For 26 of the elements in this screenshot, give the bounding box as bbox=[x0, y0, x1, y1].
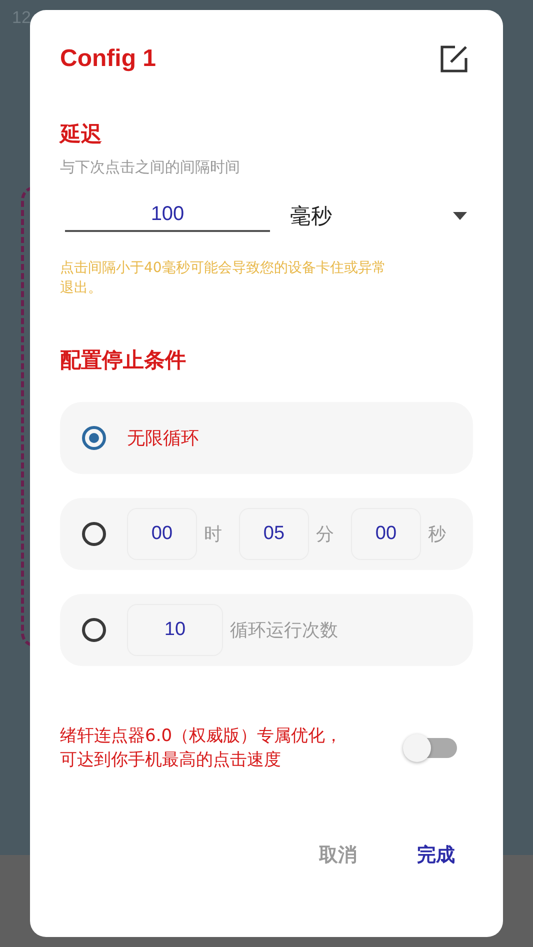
time-field[interactable]: 05 bbox=[239, 508, 309, 560]
radio-button[interactable] bbox=[82, 426, 106, 450]
section-heading: 配置停止条件 bbox=[60, 347, 187, 374]
unit-dropdown[interactable]: 毫秒 bbox=[290, 202, 473, 230]
caret-icon bbox=[453, 212, 467, 220]
option-card[interactable]: 10 循环运行次数 bbox=[60, 594, 473, 666]
option-label: 无限循环 bbox=[127, 427, 199, 450]
time-field[interactable]: 00 bbox=[351, 508, 421, 560]
delay-input-field[interactable]: 100 bbox=[65, 199, 270, 232]
done-button[interactable]: 完成 bbox=[417, 838, 455, 872]
unit-label: 秒 bbox=[428, 523, 447, 546]
optimization-text: 绪轩连点器6.0（权威版）专属优化，可达到你手机最高的点击速度 bbox=[60, 725, 344, 772]
edit-icon[interactable] bbox=[439, 44, 469, 74]
count-field[interactable]: 10 bbox=[127, 604, 223, 656]
radio-button[interactable] bbox=[82, 522, 106, 546]
radio-button[interactable] bbox=[82, 618, 106, 642]
time-field[interactable]: 00 bbox=[127, 508, 197, 560]
description-text: 与下次点击之间的间隔时间 bbox=[60, 158, 241, 177]
unit-label: 时 bbox=[204, 523, 223, 546]
option-card[interactable]: 00 时 05 分 00 秒 bbox=[60, 498, 473, 570]
option-label: 循环运行次数 bbox=[230, 619, 338, 642]
unit-label: 分 bbox=[316, 523, 335, 546]
section-heading: 延迟 bbox=[60, 121, 103, 148]
option-card[interactable]: 无限循环 bbox=[60, 402, 473, 474]
dialog-title: Config 1 bbox=[60, 45, 156, 73]
warning-text: 点击间隔小于40毫秒可能会导致您的设备卡住或异常退出。 bbox=[60, 259, 387, 298]
